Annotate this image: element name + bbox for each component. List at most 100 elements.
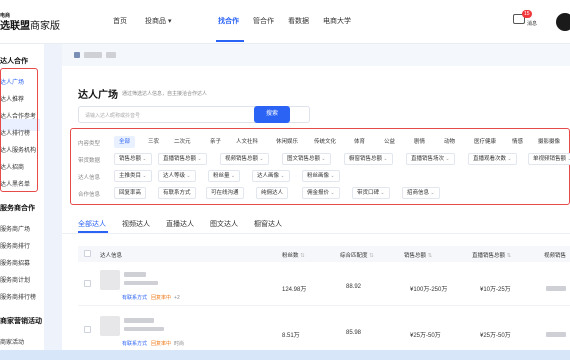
chip-content[interactable]: 情感 xyxy=(512,136,523,148)
chip-content[interactable]: 传统文化 xyxy=(314,136,336,148)
row-checkbox[interactable] xyxy=(84,326,91,333)
header-match[interactable]: 综合匹配度 xyxy=(340,251,374,259)
chip-content[interactable]: 体育 xyxy=(354,136,365,148)
table-row[interactable]: 有联系方式 回复率中 时尚 8.51万 85.98 ¥25万-50万 ¥25万-50… xyxy=(78,310,570,352)
top-navigation: 电商 选联盟商家版 首页 投商品 ▾ 找合作 管合作 看数据 电商大学 15 消… xyxy=(0,0,570,44)
talent-name-blurred[interactable] xyxy=(124,272,146,277)
user-avatar[interactable] xyxy=(556,13,570,31)
dropdown-window-sales[interactable]: 橱窗销售总额 xyxy=(344,153,393,165)
tab-video-talent[interactable]: 视频达人 xyxy=(122,219,150,229)
chip-online-chat[interactable]: 可在线沟通 xyxy=(206,187,244,199)
chip-pure-commission[interactable]: 纯佣达人 xyxy=(256,187,289,199)
chip-content[interactable]: 摄影摄像 xyxy=(538,136,560,148)
talent-tags: 有联系方式 回复率中 时尚 xyxy=(122,340,184,347)
chip-content[interactable]: 剧情 xyxy=(414,136,425,148)
row-checkbox[interactable] xyxy=(84,280,91,287)
sidebar-item-service-recruit[interactable]: 服务商招募 xyxy=(0,258,30,267)
tab-window-talent[interactable]: 橱窗达人 xyxy=(254,219,282,229)
nav-home[interactable]: 首页 xyxy=(113,16,127,26)
talent-name-blurred[interactable] xyxy=(124,318,154,323)
brand-logo[interactable]: 电商 选联盟商家版 xyxy=(0,12,62,32)
talent-avatar[interactable] xyxy=(100,316,120,336)
nav-products[interactable]: 投商品 ▾ xyxy=(145,16,171,26)
dropdown-recruit-info[interactable]: 招商信息 xyxy=(402,187,440,199)
sidebar-item-service-plan[interactable]: 服务商计划 xyxy=(0,275,30,284)
dropdown-fans-profile[interactable]: 粉丝画像 xyxy=(302,170,340,182)
dropdown-live-views[interactable]: 直播观看次数 xyxy=(468,153,517,165)
chip-content[interactable]: 亲子 xyxy=(210,136,221,148)
tag-reply[interactable]: 回复率中 xyxy=(151,341,171,347)
message-badge: 15 xyxy=(522,10,532,18)
tag-contact[interactable]: 有联系方式 xyxy=(122,295,147,301)
tab-live-talent[interactable]: 直播达人 xyxy=(166,219,194,229)
sidebar-group-service[interactable]: 服务商合作 xyxy=(0,203,35,213)
dropdown-live-count[interactable]: 直播销售场次 xyxy=(406,153,455,165)
dropdown-reputation[interactable]: 带货口碑 xyxy=(352,187,390,199)
chip-reply-rate[interactable]: 回复率高 xyxy=(114,187,147,199)
dropdown-level[interactable]: 达人等级 xyxy=(158,170,196,182)
dropdown-commission-quote[interactable]: 佣金报价 xyxy=(302,187,340,199)
search-placeholder: 请输入达人昵称或抖音号 xyxy=(85,113,141,119)
filter-label-coop: 合作信息 xyxy=(78,192,101,198)
tab-all-talent[interactable]: 全部达人 xyxy=(78,219,106,229)
dropdown-article-sales[interactable]: 图文销售总额 xyxy=(282,153,331,165)
dropdown-video-sales[interactable]: 视频销售总额 xyxy=(220,153,269,165)
sidebar-item-activity[interactable]: 商家活动 xyxy=(0,337,24,346)
shop-id-blurred xyxy=(106,52,116,58)
header-video-sales[interactable]: 视频销售 xyxy=(544,251,566,259)
tag-more[interactable]: 时尚 xyxy=(174,341,184,347)
chip-content[interactable]: 休闲娱乐 xyxy=(276,136,298,148)
brand-name: 选联盟商家版 xyxy=(0,21,60,32)
sidebar-item-service-rank[interactable]: 服务商排行 xyxy=(0,241,30,250)
header-sales[interactable]: 销售总额 xyxy=(404,251,432,259)
cell-live-sales: ¥10万-25万 xyxy=(480,287,511,293)
sidebar-group-activity[interactable]: 商家营销活动 xyxy=(0,316,42,326)
cell-match: 85.98 xyxy=(346,330,362,336)
page-subtitle: 通过筛选达人信息，自主接洽合作达人 xyxy=(122,91,208,97)
dropdown-sales-total[interactable]: 销售总额 xyxy=(114,153,152,165)
page-title: 达人广场 xyxy=(78,90,118,101)
sidebar-item-service-square[interactable]: 服务商广场 xyxy=(0,224,30,233)
tag-reply[interactable]: 回复率中 xyxy=(151,295,171,301)
nav-manage-cooperation[interactable]: 管合作 xyxy=(253,16,274,26)
filter-row-talent: 达人信息 主推类目 达人等级 粉丝量 达人画像 粉丝画像 xyxy=(76,170,570,184)
chip-contact[interactable]: 有联系方式 xyxy=(158,187,196,199)
message-button[interactable]: 15 消息 xyxy=(511,10,538,36)
cell-sales: ¥25万-50万 xyxy=(410,333,441,339)
cell-live-sales: ¥25万-50万 xyxy=(480,333,511,339)
dropdown-live-sales[interactable]: 直播销售总额 xyxy=(158,153,207,165)
search-button[interactable]: 搜索 xyxy=(254,106,290,123)
tab-article-talent[interactable]: 图文达人 xyxy=(210,219,238,229)
header-live-sales[interactable]: 直播销售总额 xyxy=(472,251,511,259)
filter-panel: 内容类型 全部 三农 二次元 亲子 人文社科 休闲娱乐 传统文化 体育 公益 剧… xyxy=(76,136,570,206)
header-talent-info: 达人信息 xyxy=(100,253,123,259)
nav-data[interactable]: 看数据 xyxy=(288,16,309,26)
chip-all[interactable]: 全部 xyxy=(114,136,136,148)
nav-find-cooperation[interactable]: 找合作 xyxy=(218,16,239,26)
tag-more[interactable]: +2 xyxy=(174,295,180,301)
chip-content[interactable]: 三农 xyxy=(148,136,159,148)
talent-meta-blurred xyxy=(124,327,164,331)
chip-content[interactable]: 公益 xyxy=(384,136,395,148)
nav-university[interactable]: 电商大学 xyxy=(323,16,351,26)
header-followers[interactable]: 粉丝数 xyxy=(282,251,305,259)
sidebar-item-service-ranking[interactable]: 服务商排行榜 xyxy=(0,292,36,301)
filter-row-content: 内容类型 全部 三农 二次元 亲子 人文社科 休闲娱乐 传统文化 体育 公益 剧… xyxy=(76,136,570,150)
table-row[interactable]: 有联系方式 回复率中 +2 124.98万 88.92 ¥100万-250万 ¥10… xyxy=(78,264,570,306)
chip-content[interactable]: 动物 xyxy=(444,136,455,148)
select-all-checkbox[interactable] xyxy=(84,250,91,257)
filter-label-sales: 带货数据 xyxy=(78,158,101,164)
dropdown-single-video-sales[interactable]: 单视频销售额 xyxy=(528,153,570,165)
chip-content[interactable]: 人文社科 xyxy=(236,136,258,148)
message-label: 消息 xyxy=(527,21,538,27)
dropdown-category[interactable]: 主推类目 xyxy=(114,170,152,182)
sidebar-group-talent[interactable]: 达人合作 xyxy=(0,56,28,66)
dropdown-talent-profile[interactable]: 达人画像 xyxy=(252,170,290,182)
nav-active-indicator xyxy=(216,40,244,42)
shop-info-strip xyxy=(62,44,570,66)
chip-content[interactable]: 医疗健康 xyxy=(474,136,496,148)
chip-content[interactable]: 二次元 xyxy=(174,136,191,148)
talent-avatar[interactable] xyxy=(100,270,120,290)
dropdown-followers[interactable]: 粉丝量 xyxy=(208,170,241,182)
tag-contact[interactable]: 有联系方式 xyxy=(122,341,147,347)
